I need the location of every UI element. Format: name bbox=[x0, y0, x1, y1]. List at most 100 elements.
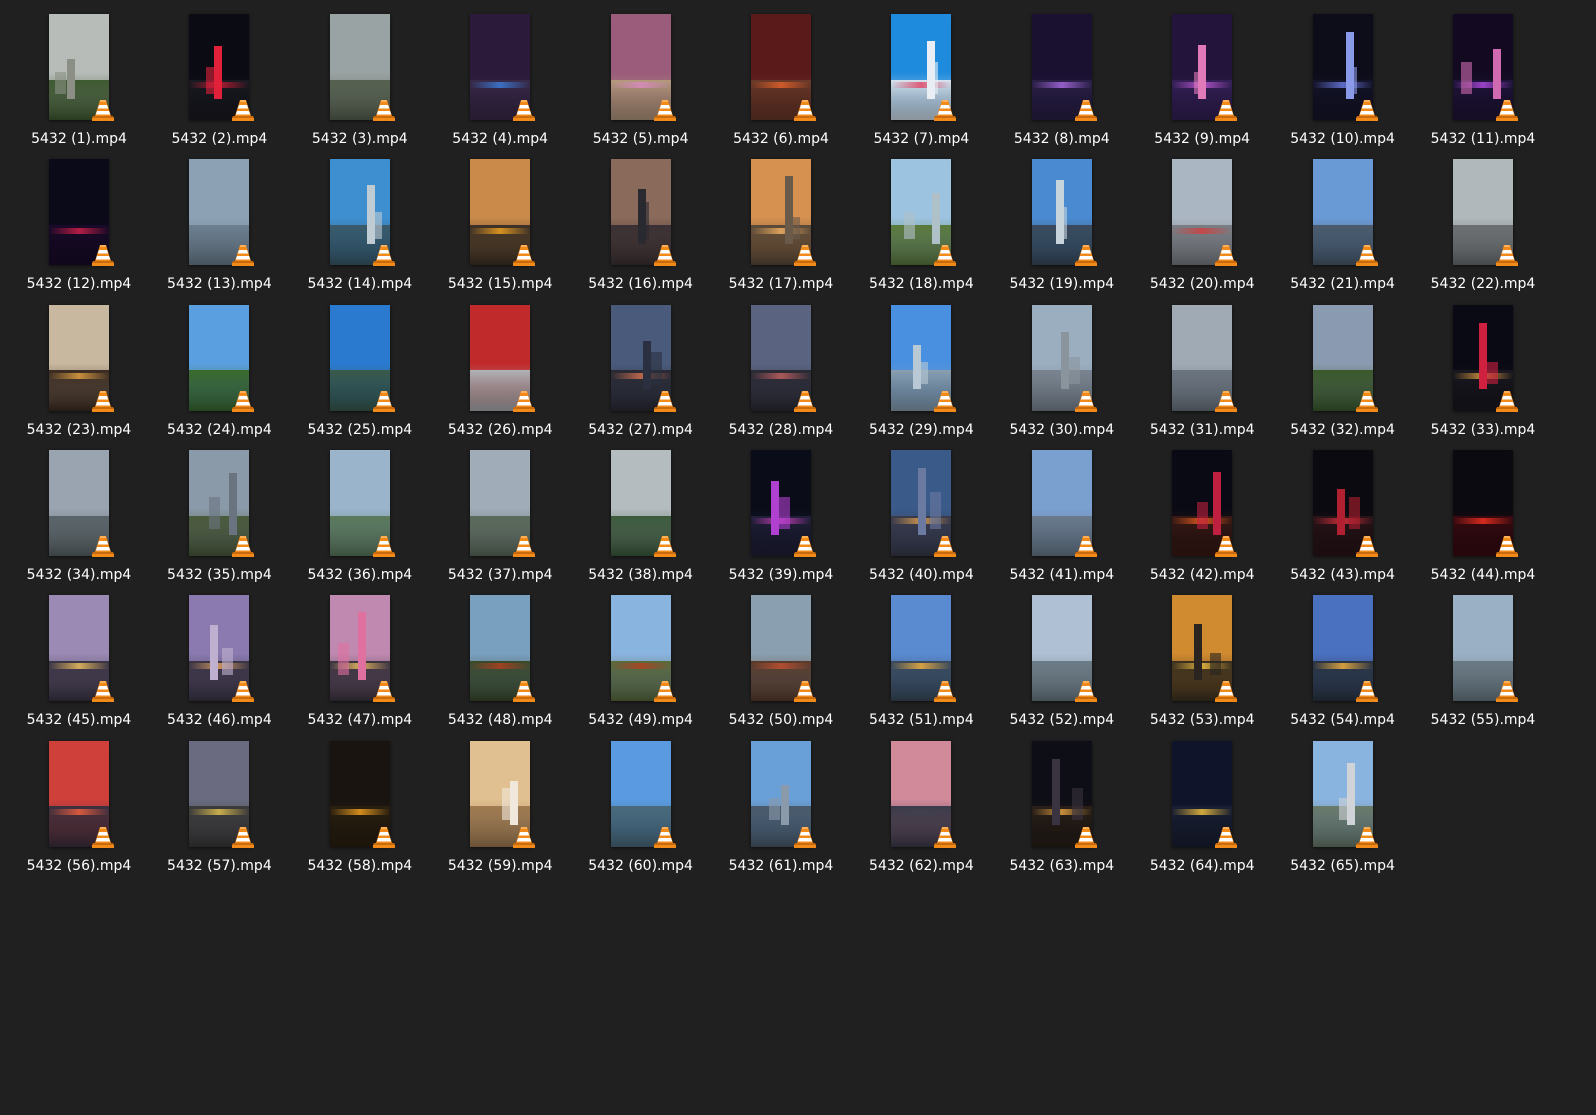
file-name: 5432 (50).mp4 bbox=[728, 712, 834, 729]
file-item[interactable]: 5432 (10).mp4 bbox=[1283, 14, 1403, 154]
file-item[interactable]: 5432 (40).mp4 bbox=[861, 449, 981, 590]
file-item[interactable]: 5432 (23).mp4 bbox=[19, 304, 139, 445]
file-item[interactable]: 5432 (21).mp4 bbox=[1283, 159, 1403, 299]
file-name: 5432 (18).mp4 bbox=[869, 276, 974, 293]
file-item[interactable]: 5432 (47).mp4 bbox=[300, 595, 420, 735]
file-item[interactable]: 5432 (19).mp4 bbox=[1002, 159, 1122, 299]
file-name: 5432 (41).mp4 bbox=[1009, 566, 1115, 583]
file-name: 5432 (17).mp4 bbox=[728, 276, 834, 293]
file-name: 5432 (48).mp4 bbox=[447, 712, 553, 729]
file-item[interactable]: 5432 (57).mp4 bbox=[159, 740, 279, 881]
file-item[interactable]: 5432 (58).mp4 bbox=[300, 740, 420, 881]
file-name: 5432 (57).mp4 bbox=[167, 857, 272, 874]
file-item[interactable]: 5432 (12).mp4 bbox=[19, 159, 139, 299]
file-item[interactable]: 5432 (25).mp4 bbox=[300, 304, 420, 445]
file-name: 5432 (11).mp4 bbox=[1430, 131, 1536, 147]
file-name: 5432 (34).mp4 bbox=[26, 566, 132, 583]
file-name: 5432 (59).mp4 bbox=[447, 857, 553, 874]
file-item[interactable]: 5432 (36).mp4 bbox=[300, 449, 420, 590]
file-name: 5432 (56).mp4 bbox=[26, 857, 132, 874]
file-grid: 5432 (1).mp4 5432 (2).mp4 5432 (3).mp4 5432… bbox=[0, 0, 1596, 1115]
file-item[interactable]: 5432 (6).mp4 bbox=[721, 14, 841, 154]
file-item[interactable]: 5432 (18).mp4 bbox=[861, 159, 981, 299]
file-item[interactable]: 5432 (52).mp4 bbox=[1002, 595, 1122, 735]
file-item[interactable]: 5432 (41).mp4 bbox=[1002, 449, 1122, 590]
file-name: 5432 (62).mp4 bbox=[869, 857, 974, 874]
file-item[interactable]: 5432 (13).mp4 bbox=[159, 159, 279, 299]
file-item[interactable]: 5432 (56).mp4 bbox=[19, 740, 139, 881]
file-item[interactable]: 5432 (64).mp4 bbox=[1142, 740, 1262, 881]
file-item[interactable]: 5432 (22).mp4 bbox=[1423, 159, 1543, 299]
file-item[interactable]: 5432 (54).mp4 bbox=[1283, 595, 1403, 735]
file-name: 5432 (36).mp4 bbox=[307, 566, 413, 583]
file-name: 5432 (28).mp4 bbox=[728, 421, 834, 438]
file-name: 5432 (32).mp4 bbox=[1290, 421, 1395, 438]
file-item[interactable]: 5432 (29).mp4 bbox=[861, 304, 981, 445]
file-name: 5432 (61).mp4 bbox=[728, 857, 834, 874]
file-item[interactable]: 5432 (39).mp4 bbox=[721, 449, 841, 590]
file-item[interactable]: 5432 (43).mp4 bbox=[1283, 449, 1403, 590]
file-item[interactable]: 5432 (26).mp4 bbox=[440, 304, 560, 445]
file-item[interactable]: 5432 (63).mp4 bbox=[1002, 740, 1122, 881]
file-item[interactable]: 5432 (34).mp4 bbox=[19, 449, 139, 590]
file-name: 5432 (2).mp4 bbox=[171, 131, 268, 147]
file-item[interactable]: 5432 (44).mp4 bbox=[1423, 449, 1543, 590]
file-item[interactable]: 5432 (2).mp4 bbox=[159, 14, 279, 154]
file-item[interactable]: 5432 (3).mp4 bbox=[300, 14, 420, 154]
file-item[interactable]: 5432 (42).mp4 bbox=[1142, 449, 1262, 590]
file-item[interactable]: 5432 (8).mp4 bbox=[1002, 14, 1122, 154]
file-item[interactable]: 5432 (53).mp4 bbox=[1142, 595, 1262, 735]
file-name: 5432 (26).mp4 bbox=[447, 421, 553, 438]
file-item[interactable]: 5432 (16).mp4 bbox=[581, 159, 701, 299]
file-item[interactable]: 5432 (24).mp4 bbox=[159, 304, 279, 445]
file-item[interactable]: 5432 (7).mp4 bbox=[861, 14, 981, 154]
file-name: 5432 (5).mp4 bbox=[592, 131, 689, 147]
file-item[interactable]: 5432 (50).mp4 bbox=[721, 595, 841, 735]
file-name: 5432 (16).mp4 bbox=[588, 276, 693, 293]
file-item[interactable]: 5432 (9).mp4 bbox=[1142, 14, 1262, 154]
file-item[interactable]: 5432 (51).mp4 bbox=[861, 595, 981, 735]
file-name: 5432 (8).mp4 bbox=[1013, 131, 1110, 147]
file-item[interactable]: 5432 (61).mp4 bbox=[721, 740, 841, 881]
file-item[interactable]: 5432 (14).mp4 bbox=[300, 159, 420, 299]
file-item[interactable]: 5432 (31).mp4 bbox=[1142, 304, 1262, 445]
file-item[interactable]: 5432 (49).mp4 bbox=[581, 595, 701, 735]
file-name: 5432 (47).mp4 bbox=[307, 712, 413, 729]
file-name: 5432 (46).mp4 bbox=[167, 712, 272, 729]
file-item[interactable]: 5432 (32).mp4 bbox=[1283, 304, 1403, 445]
file-name: 5432 (42).mp4 bbox=[1149, 566, 1255, 583]
file-item[interactable]: 5432 (48).mp4 bbox=[440, 595, 560, 735]
file-name: 5432 (7).mp4 bbox=[873, 131, 970, 147]
file-item[interactable]: 5432 (55).mp4 bbox=[1423, 595, 1543, 735]
file-item[interactable]: 5432 (65).mp4 bbox=[1283, 740, 1403, 881]
file-name: 5432 (27).mp4 bbox=[588, 421, 693, 438]
file-item[interactable]: 5432 (38).mp4 bbox=[581, 449, 701, 590]
file-item[interactable]: 5432 (62).mp4 bbox=[861, 740, 981, 881]
file-item[interactable]: 5432 (4).mp4 bbox=[440, 14, 560, 154]
file-item[interactable]: 5432 (1).mp4 bbox=[19, 14, 139, 154]
file-item[interactable]: 5432 (5).mp4 bbox=[581, 14, 701, 154]
file-name: 5432 (33).mp4 bbox=[1430, 421, 1536, 438]
file-name: 5432 (49).mp4 bbox=[588, 712, 693, 729]
file-item[interactable]: 5432 (59).mp4 bbox=[440, 740, 560, 881]
file-name: 5432 (43).mp4 bbox=[1290, 566, 1395, 583]
file-name: 5432 (12).mp4 bbox=[26, 276, 132, 293]
file-item[interactable]: 5432 (20).mp4 bbox=[1142, 159, 1262, 299]
file-item[interactable]: 5432 (11).mp4 bbox=[1423, 14, 1543, 154]
file-name: 5432 (25).mp4 bbox=[307, 421, 413, 438]
file-item[interactable]: 5432 (17).mp4 bbox=[721, 159, 841, 299]
file-item[interactable]: 5432 (28).mp4 bbox=[721, 304, 841, 445]
file-item[interactable]: 5432 (15).mp4 bbox=[440, 159, 560, 299]
file-item[interactable]: 5432 (27).mp4 bbox=[581, 304, 701, 445]
file-name: 5432 (64).mp4 bbox=[1149, 857, 1255, 874]
file-name: 5432 (44).mp4 bbox=[1430, 566, 1536, 583]
file-item[interactable]: 5432 (30).mp4 bbox=[1002, 304, 1122, 445]
file-item[interactable]: 5432 (35).mp4 bbox=[159, 449, 279, 590]
file-item[interactable]: 5432 (33).mp4 bbox=[1423, 304, 1543, 445]
file-item[interactable]: 5432 (45).mp4 bbox=[19, 595, 139, 735]
file-item[interactable]: 5432 (37).mp4 bbox=[440, 449, 560, 590]
file-name: 5432 (37).mp4 bbox=[447, 566, 553, 583]
file-item[interactable]: 5432 (46).mp4 bbox=[159, 595, 279, 735]
file-name: 5432 (63).mp4 bbox=[1009, 857, 1115, 874]
file-item[interactable]: 5432 (60).mp4 bbox=[581, 740, 701, 881]
